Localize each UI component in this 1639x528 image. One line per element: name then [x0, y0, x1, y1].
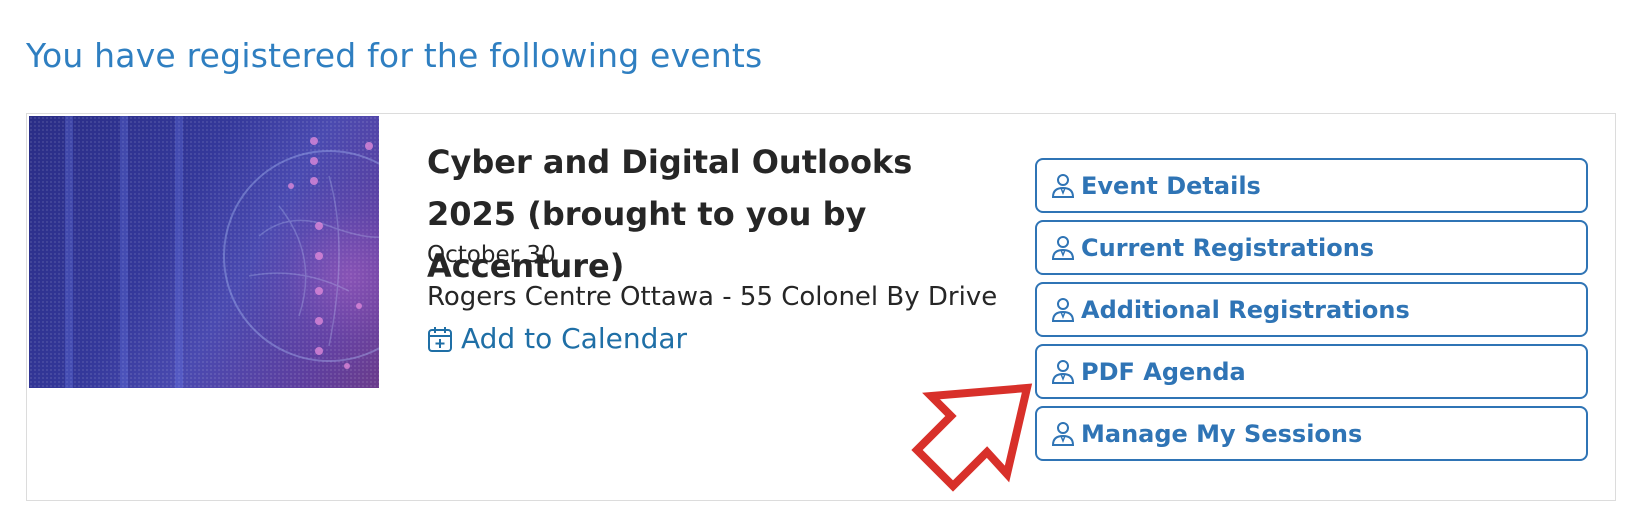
event-venue: Rogers Centre Ottawa - 55 Colonel By Dri… [427, 282, 998, 312]
globe-graphic [65, 116, 379, 388]
manage-my-sessions-button[interactable]: Manage My Sessions [1035, 406, 1588, 461]
pdf-agenda-label: PDF Agenda [1081, 357, 1246, 386]
manage-my-sessions-label: Manage My Sessions [1081, 419, 1363, 448]
additional-registrations-label: Additional Registrations [1081, 295, 1410, 324]
add-to-calendar-label: Add to Calendar [461, 322, 688, 355]
page-heading: You have registered for the following ev… [26, 36, 763, 75]
event-banner-image [29, 116, 379, 388]
add-to-calendar-link[interactable]: Add to Calendar [427, 322, 687, 355]
current-registrations-button[interactable]: Current Registrations [1035, 220, 1588, 275]
person-icon [1051, 297, 1075, 322]
person-icon [1051, 421, 1075, 446]
current-registrations-label: Current Registrations [1081, 233, 1375, 262]
calendar-plus-icon [428, 326, 452, 352]
pdf-agenda-button[interactable]: PDF Agenda [1035, 344, 1588, 399]
additional-registrations-button[interactable]: Additional Registrations [1035, 282, 1588, 337]
person-icon [1051, 359, 1075, 384]
event-details-label: Event Details [1081, 171, 1261, 200]
event-title[interactable]: Cyber and Digital Outlooks 2025 (brought… [427, 136, 1007, 292]
person-icon [1051, 173, 1075, 198]
event-details-button[interactable]: Event Details [1035, 158, 1588, 213]
person-icon [1051, 235, 1075, 260]
event-date: October 30 [427, 242, 556, 268]
annotation-arrow-icon [911, 383, 1033, 492]
